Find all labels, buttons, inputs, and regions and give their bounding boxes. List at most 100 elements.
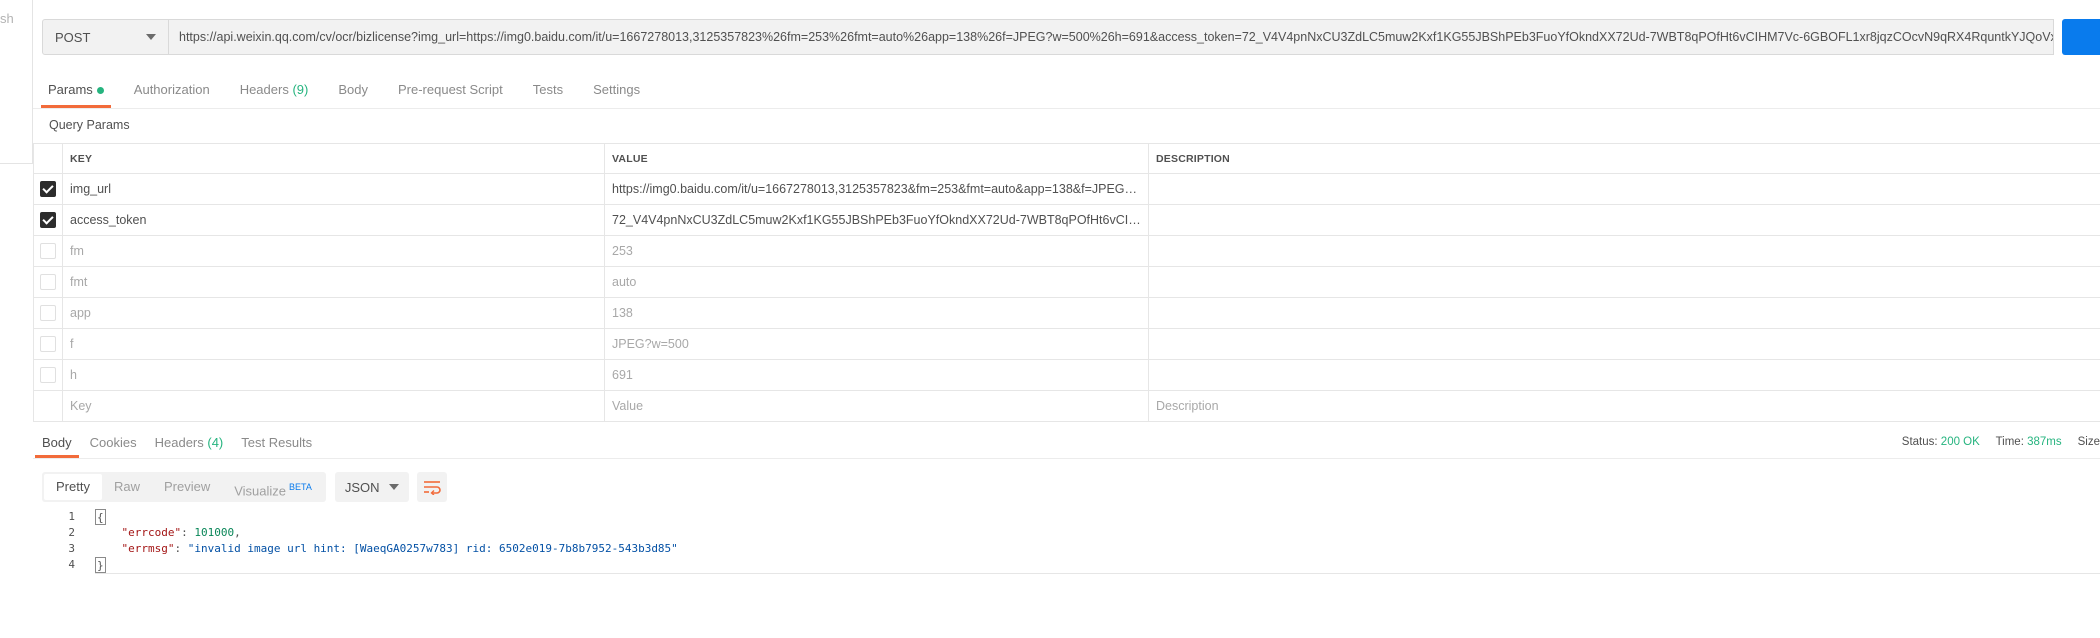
param-description-cell[interactable] — [1148, 235, 2100, 267]
chevron-down-icon — [146, 34, 156, 40]
view-mode-visualize[interactable]: Visualize BETA — [222, 474, 324, 500]
param-checkbox-cell — [33, 390, 63, 422]
response-divider — [33, 458, 2100, 459]
param-key-cell[interactable]: img_url — [62, 173, 605, 205]
method-select[interactable]: POST — [42, 19, 169, 55]
tab-headers-label: Headers — [239, 82, 289, 97]
param-checkbox-cell — [33, 266, 63, 298]
param-checkbox[interactable] — [40, 274, 56, 290]
param-value-cell[interactable]: 72_V4V4pnNxCU3ZdLC5muw2Kxf1KG55JBShPEb3F… — [604, 204, 1149, 236]
response-tab-body[interactable]: Body — [33, 432, 81, 458]
new-value-input[interactable]: Value — [604, 390, 1149, 422]
param-checkbox-cell — [33, 235, 63, 267]
param-key-cell[interactable]: h — [62, 359, 605, 391]
table-row: f JPEG?w=500 — [33, 328, 2100, 360]
table-header-row: KEY VALUE DESCRIPTION — [33, 143, 2100, 174]
param-checkbox[interactable] — [40, 305, 56, 321]
response-tab-body-label: Body — [42, 435, 72, 450]
tab-prerequest-script[interactable]: Pre-request Script — [383, 78, 518, 108]
url-text: https://api.weixin.qq.com/cv/ocr/bizlice… — [179, 30, 2054, 44]
param-checkbox[interactable] — [40, 243, 56, 259]
header-checkbox-cell — [33, 143, 63, 174]
response-headers-count: (4) — [207, 435, 224, 450]
request-tabs: Params Authorization Headers (9) Body Pr… — [33, 78, 2100, 108]
tab-tests[interactable]: Tests — [518, 78, 578, 108]
view-mode-preview[interactable]: Preview — [152, 474, 222, 500]
json-value-errcode: 101000 — [194, 526, 235, 539]
param-description-cell[interactable] — [1148, 204, 2100, 236]
new-key-input[interactable]: Key — [62, 390, 605, 422]
tab-body[interactable]: Body — [323, 78, 383, 108]
param-rows: img_url https://img0.baidu.com/it/u=16672… — [33, 173, 2100, 422]
tab-headers[interactable]: Headers (9) — [225, 78, 324, 108]
param-key-cell[interactable]: access_token — [62, 204, 605, 236]
response-body-code[interactable]: 1 { 2 "errcode": 101000, 3 "errmsg": "in… — [33, 509, 2100, 573]
tab-authorization[interactable]: Authorization — [119, 78, 225, 108]
format-select[interactable]: JSON — [334, 472, 409, 502]
param-value-cell[interactable]: 138 — [604, 297, 1149, 329]
param-value-cell[interactable]: auto — [604, 266, 1149, 298]
code-line: 3 "errmsg": "invalid image url hint: [Wa… — [33, 541, 2100, 557]
status-label: Status: — [1901, 436, 1938, 448]
param-checkbox-cell — [33, 359, 63, 391]
param-value-cell[interactable]: 691 — [604, 359, 1149, 391]
param-key-cell[interactable]: fmt — [62, 266, 605, 298]
param-key-cell[interactable]: fm — [62, 235, 605, 267]
time-value: 387ms — [2027, 436, 2062, 448]
param-checkbox[interactable] — [40, 181, 56, 197]
param-checkbox-cell — [33, 204, 63, 236]
param-description-cell[interactable] — [1148, 359, 2100, 391]
active-dot-icon — [96, 87, 104, 95]
response-viewer-toolbar: Pretty Raw Preview Visualize BETA JSON — [42, 472, 447, 502]
param-checkbox-cell — [33, 328, 63, 360]
close-brace: } — [95, 557, 106, 573]
param-description-cell[interactable] — [1148, 328, 2100, 360]
wrap-lines-button[interactable] — [416, 472, 447, 502]
sidebar-panel: sh — [0, 0, 33, 164]
response-tabs: Body Cookies Headers (4) Test Results — [33, 432, 2100, 458]
param-description-cell[interactable] — [1148, 173, 2100, 205]
param-checkbox[interactable] — [40, 336, 56, 352]
param-description-cell[interactable] — [1148, 297, 2100, 329]
header-description: DESCRIPTION — [1148, 143, 2100, 174]
param-value-cell[interactable]: JPEG?w=500 — [604, 328, 1149, 360]
param-checkbox[interactable] — [40, 367, 56, 383]
table-row: access_token 72_V4V4pnNxCU3ZdLC5muw2Kxf1K… — [33, 204, 2100, 236]
json-key-errmsg: "errmsg" — [121, 542, 175, 555]
new-param-row: Key Value Description — [33, 390, 2100, 422]
tab-prerequest-label: Pre-request Script — [397, 82, 503, 97]
view-mode-pretty[interactable]: Pretty — [44, 474, 102, 500]
request-bar: POST https://api.weixin.qq.com/cv/ocr/bi… — [42, 19, 2100, 55]
new-description-input[interactable]: Description — [1148, 390, 2100, 422]
response-tab-headers[interactable]: Headers (4) — [146, 432, 233, 458]
url-input[interactable]: https://api.weixin.qq.com/cv/ocr/bizlice… — [169, 19, 2054, 55]
tab-params-label: Params — [48, 82, 93, 97]
tab-params[interactable]: Params — [33, 78, 119, 108]
tab-tests-label: Tests — [532, 82, 564, 97]
param-value-cell[interactable]: https://img0.baidu.com/it/u=1667278013,3… — [604, 173, 1149, 205]
response-tab-cookies-label: Cookies — [89, 435, 137, 450]
param-description-cell[interactable] — [1148, 266, 2100, 298]
line-number: 4 — [68, 558, 75, 571]
param-key-cell[interactable]: app — [62, 297, 605, 329]
query-params-title: Query Params — [49, 118, 130, 132]
param-value-cell[interactable]: 253 — [604, 235, 1149, 267]
send-button[interactable] — [2062, 19, 2100, 55]
view-mode-raw[interactable]: Raw — [102, 474, 152, 500]
param-key-cell[interactable]: f — [62, 328, 605, 360]
response-tab-cookies[interactable]: Cookies — [81, 432, 146, 458]
line-number: 2 — [68, 526, 75, 539]
param-checkbox-cell — [33, 173, 63, 205]
table-row: app 138 — [33, 297, 2100, 329]
format-label: JSON — [344, 479, 380, 495]
param-checkbox-cell — [33, 297, 63, 329]
code-line: 4 } — [33, 557, 2100, 573]
response-tab-test-results[interactable]: Test Results — [232, 432, 321, 458]
param-checkbox[interactable] — [40, 212, 56, 228]
table-row: fmt auto — [33, 266, 2100, 298]
request-editor: POST https://api.weixin.qq.com/cv/ocr/bi… — [33, 0, 2100, 638]
header-key: KEY — [62, 143, 605, 174]
view-mode-selector: Pretty Raw Preview Visualize BETA — [42, 472, 326, 502]
tab-settings[interactable]: Settings — [578, 78, 655, 108]
method-label: POST — [55, 29, 91, 45]
